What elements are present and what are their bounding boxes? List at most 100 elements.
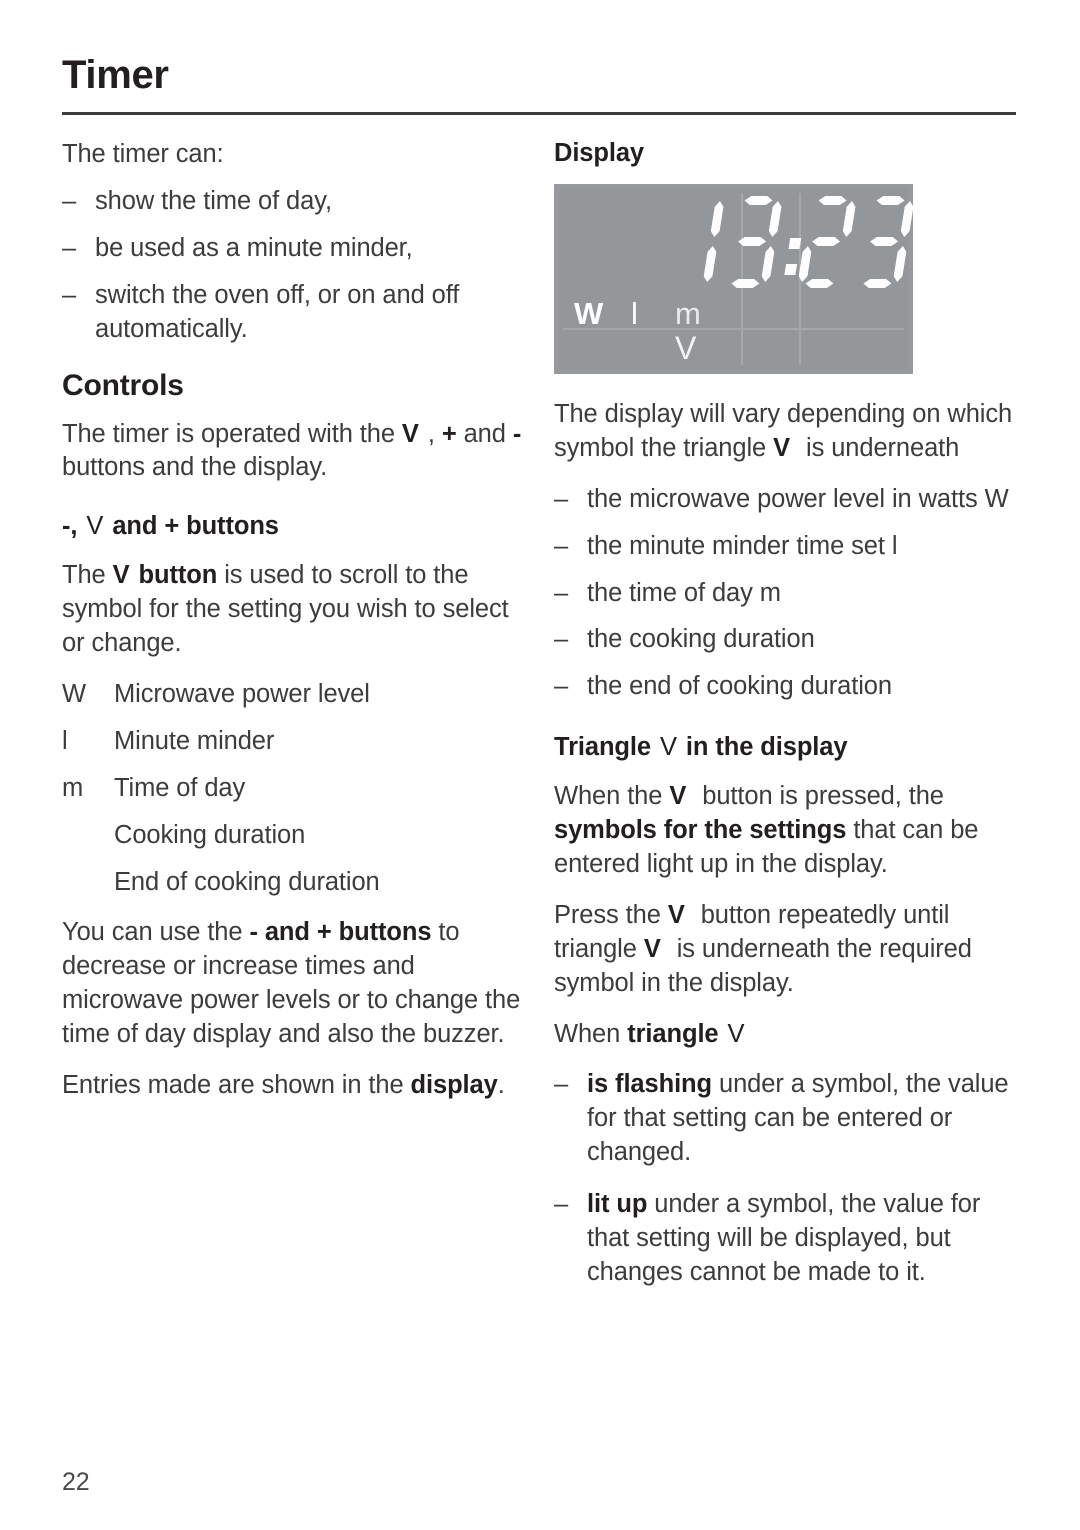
lcd-triangle-marker-icon: V — [675, 329, 697, 366]
triangle-state-bullet-list: – is flashing under a symbol, the value … — [554, 1068, 1024, 1289]
triangle-heading-part1: Triangle — [554, 733, 651, 762]
list-item-text: the microwave power level in watts W — [587, 484, 1009, 513]
use-buttons-part1: You can use the — [62, 918, 250, 947]
symbol-label: Minute minder — [114, 726, 275, 755]
list-item: – switch the oven off, or on and off aut… — [62, 279, 527, 347]
pressed-bold: symbols for the settings — [554, 816, 847, 844]
list-item: – lit up under a symbol, the value for t… — [554, 1188, 1024, 1290]
triangle-section-heading: Triangle Vin the display — [554, 732, 1024, 764]
entries-part1: Entries made are shown in the — [62, 1071, 411, 1100]
list-item-text: the cooking duration — [587, 625, 815, 654]
lcd-symbol-row: W l m — [574, 296, 894, 332]
dash-bullet-icon: – — [554, 672, 569, 701]
triangle-icon: V — [86, 512, 104, 541]
pressed-part2: button is pressed, the — [695, 782, 944, 811]
document-page: Timer The timer can: – show the time of … — [0, 0, 1080, 1530]
when-triangle-part1: When — [554, 1019, 628, 1048]
symbol-key — [62, 866, 114, 900]
lcd-display-figure: W l m V — [554, 183, 913, 374]
entries-paragraph: Entries made are shown in the display. — [62, 1069, 527, 1103]
symbol-key: W — [62, 679, 86, 708]
controls-paragraph: The timer is operated with the V, + and … — [62, 418, 527, 486]
lcd-time-digits — [672, 196, 896, 292]
repeat-part1: Press the — [554, 900, 668, 929]
page-number: 22 — [62, 1468, 90, 1496]
controls-heading: Controls — [62, 368, 184, 402]
list-item: – the minute minder time set l — [554, 530, 1024, 564]
triangle-icon: V — [659, 733, 677, 762]
symbol-key: l — [62, 726, 68, 755]
list-item-bold: is flashing — [587, 1070, 713, 1099]
lcd-digit — [723, 196, 784, 288]
left-column: The timer can: – show the time of day, –… — [62, 138, 527, 1120]
scroll-paragraph-bold: button — [138, 561, 218, 590]
list-item: – the end of cooking duration — [554, 670, 1024, 704]
display-heading: Display — [554, 139, 645, 167]
list-item-text: switch the oven off, or on and off autom… — [95, 280, 460, 343]
triangle-icon: V — [643, 934, 661, 963]
right-column: Display W l m V The display will vary de… — [554, 138, 1024, 1306]
symbol-row: l Minute minder — [62, 725, 527, 759]
display-vary-part2: is underneath — [799, 433, 960, 462]
controls-paragraph-part2: , — [427, 419, 442, 448]
buttons-heading: -, Vand + buttons — [62, 511, 527, 543]
list-item-text: show the time of day, — [95, 186, 332, 215]
dash-bullet-icon: – — [62, 233, 77, 262]
entries-bold: display — [410, 1071, 498, 1100]
pressed-part1: When the — [554, 782, 670, 811]
list-item: – the microwave power level in watts W — [554, 483, 1024, 517]
list-item-text: the time of day m — [587, 578, 781, 607]
title-divider — [62, 112, 1016, 115]
entries-part2: . — [497, 1071, 505, 1100]
dash-bullet-icon: – — [62, 280, 77, 309]
dash-bullet-icon: – — [62, 186, 77, 215]
when-triangle-bold: triangle — [627, 1019, 719, 1048]
symbol-label: Time of day — [114, 773, 246, 802]
lcd-symbol-watts: W — [574, 295, 604, 331]
symbol-key — [62, 819, 114, 853]
page-title: Timer — [62, 53, 169, 97]
display-vary-bullet-list: – the microwave power level in watts W –… — [554, 483, 1024, 705]
intro-lead: The timer can: — [62, 140, 224, 168]
controls-paragraph-part1: The timer is operated with the — [62, 419, 402, 448]
when-triangle-paragraph: When triangle V — [554, 1018, 1024, 1052]
dash-bullet-icon: – — [554, 484, 569, 513]
list-item: – the time of day m — [554, 577, 1024, 611]
scroll-paragraph: The Vbutton is used to scroll to the sym… — [62, 559, 527, 661]
use-buttons-paragraph: You can use the - and + buttons to decre… — [62, 916, 527, 1052]
lcd-symbol-time-of-day: m — [675, 295, 701, 331]
scroll-paragraph-part1: The — [62, 561, 113, 590]
display-vary-paragraph: The display will vary depending on which… — [554, 398, 1024, 466]
buttons-heading-rest: and + buttons — [112, 512, 279, 541]
dash-bullet-icon: – — [554, 1070, 569, 1099]
list-item: – the cooking duration — [554, 623, 1024, 657]
plus-icon: + — [441, 419, 457, 448]
triangle-icon: V — [667, 900, 685, 929]
dash-bullet-icon: – — [554, 578, 569, 607]
minus-icon: - — [512, 419, 522, 448]
list-item: – be used as a minute minder, — [62, 232, 527, 266]
controls-paragraph-part3: and — [456, 419, 513, 448]
dash-bullet-icon: – — [554, 625, 569, 654]
list-item-text: the minute minder time set l — [587, 531, 898, 560]
symbol-key: m — [62, 773, 84, 802]
lcd-symbol-minute-minder: l — [631, 295, 638, 331]
triangle-heading-part2: in the display — [685, 733, 848, 762]
pressed-paragraph: When the V button is pressed, the symbol… — [554, 780, 1024, 882]
triangle-icon: V — [669, 782, 687, 811]
list-item-text: the end of cooking duration — [587, 672, 892, 701]
list-item-text: be used as a minute minder, — [95, 233, 413, 262]
symbol-row: m Time of day — [62, 772, 527, 806]
intro-bullet-list: – show the time of day, – be used as a m… — [62, 185, 527, 347]
symbol-label: Cooking duration — [114, 820, 306, 849]
symbol-row: End of cooking duration — [62, 866, 527, 900]
dash-bullet-icon: – — [554, 531, 569, 560]
list-item-bold: lit up — [587, 1190, 648, 1219]
symbol-label: End of cooking duration — [114, 867, 380, 896]
triangle-icon: V — [401, 419, 419, 448]
controls-paragraph-part4: buttons and the display. — [62, 453, 328, 482]
triangle-icon: V — [112, 561, 130, 590]
symbol-row: Cooking duration — [62, 819, 527, 853]
triangle-icon: V — [773, 433, 791, 462]
repeat-paragraph: Press the V button repeatedly until tria… — [554, 899, 1024, 1001]
